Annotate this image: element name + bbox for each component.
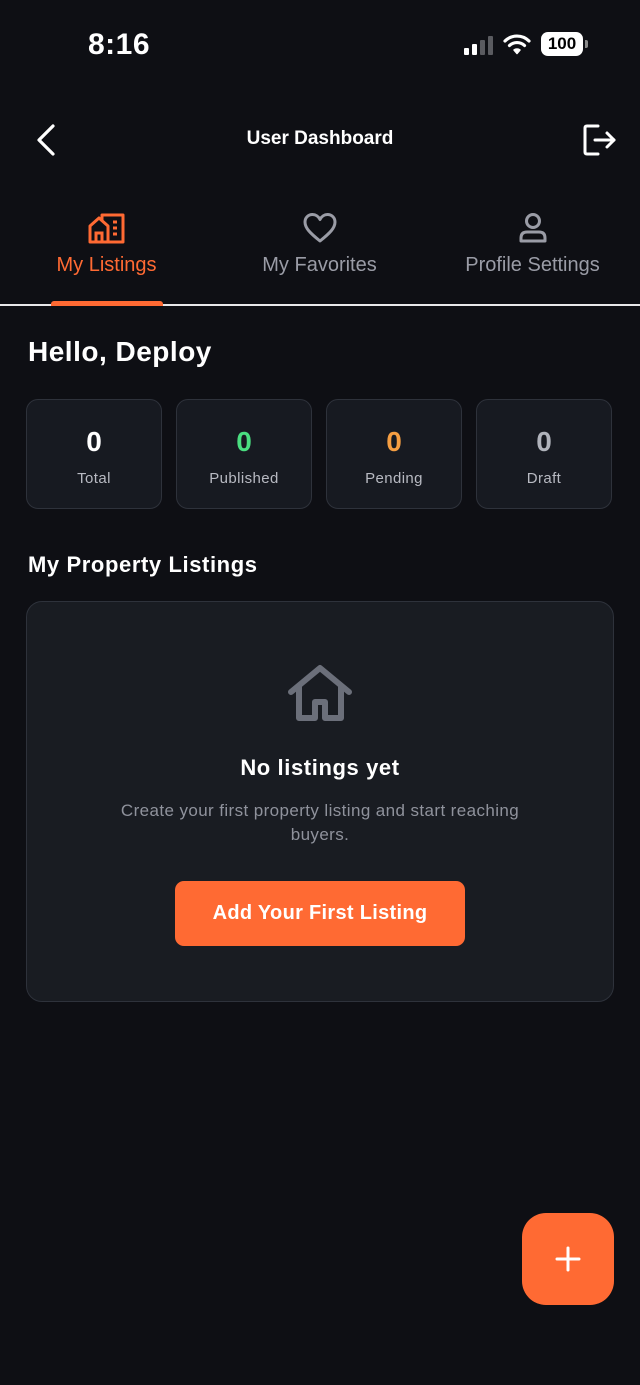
user-icon (519, 213, 546, 243)
greeting-heading: Hello, Deploy (28, 336, 212, 367)
stat-label: Published (209, 470, 279, 487)
stat-card-published: 0 Published (176, 399, 312, 509)
empty-listings-card: No listings yet Create your first proper… (26, 601, 614, 1002)
logout-button[interactable] (580, 122, 620, 158)
heart-icon (303, 213, 336, 243)
cellular-signal-icon (464, 33, 493, 55)
add-listing-fab[interactable] (522, 1213, 614, 1305)
stat-value: 0 (386, 426, 402, 457)
empty-state-title: No listings yet (240, 755, 400, 780)
status-time: 8:16 (88, 28, 151, 61)
status-bar: 8:16 100 (0, 0, 640, 92)
house-icon (288, 665, 352, 721)
stat-card-pending: 0 Pending (326, 399, 462, 509)
building-icon (88, 213, 124, 244)
battery-icon: 100 (541, 32, 588, 56)
tab-profile-settings[interactable]: Profile Settings (426, 200, 639, 304)
stat-label: Draft (526, 470, 562, 487)
tab-label: Profile Settings (465, 254, 600, 276)
stat-card-draft: 0 Draft (476, 399, 612, 509)
tab-bar: My Listings My Favorites Profile Setting… (0, 200, 640, 306)
battery-level: 100 (541, 32, 583, 56)
plus-icon (555, 1246, 581, 1272)
section-title: My Property Listings (28, 552, 258, 577)
empty-state-description: Create your first property listing and s… (120, 801, 520, 844)
tab-label: My Listings (56, 254, 157, 276)
stat-label: Total (77, 470, 111, 487)
logout-icon (583, 124, 616, 156)
add-first-listing-button[interactable]: Add Your First Listing (175, 881, 465, 946)
tab-my-favorites[interactable]: My Favorites (213, 200, 426, 304)
active-tab-indicator (51, 301, 163, 306)
wifi-icon (503, 34, 531, 55)
stat-card-total: 0 Total (26, 399, 162, 509)
stats-row: 0 Total 0 Published 0 Pending 0 Draft (26, 399, 612, 509)
stat-value: 0 (86, 426, 102, 457)
stat-value: 0 (536, 426, 552, 457)
status-indicators: 100 (464, 32, 588, 56)
user-dashboard-screen: 8:16 100 User Dashboard My Listings My F… (0, 0, 640, 1385)
tab-label: My Favorites (262, 254, 377, 276)
stat-value: 0 (236, 426, 252, 457)
page-title: User Dashboard (246, 128, 394, 149)
tab-my-listings[interactable]: My Listings (0, 200, 213, 306)
stat-label: Pending (365, 470, 423, 487)
app-header: User Dashboard (0, 108, 640, 172)
